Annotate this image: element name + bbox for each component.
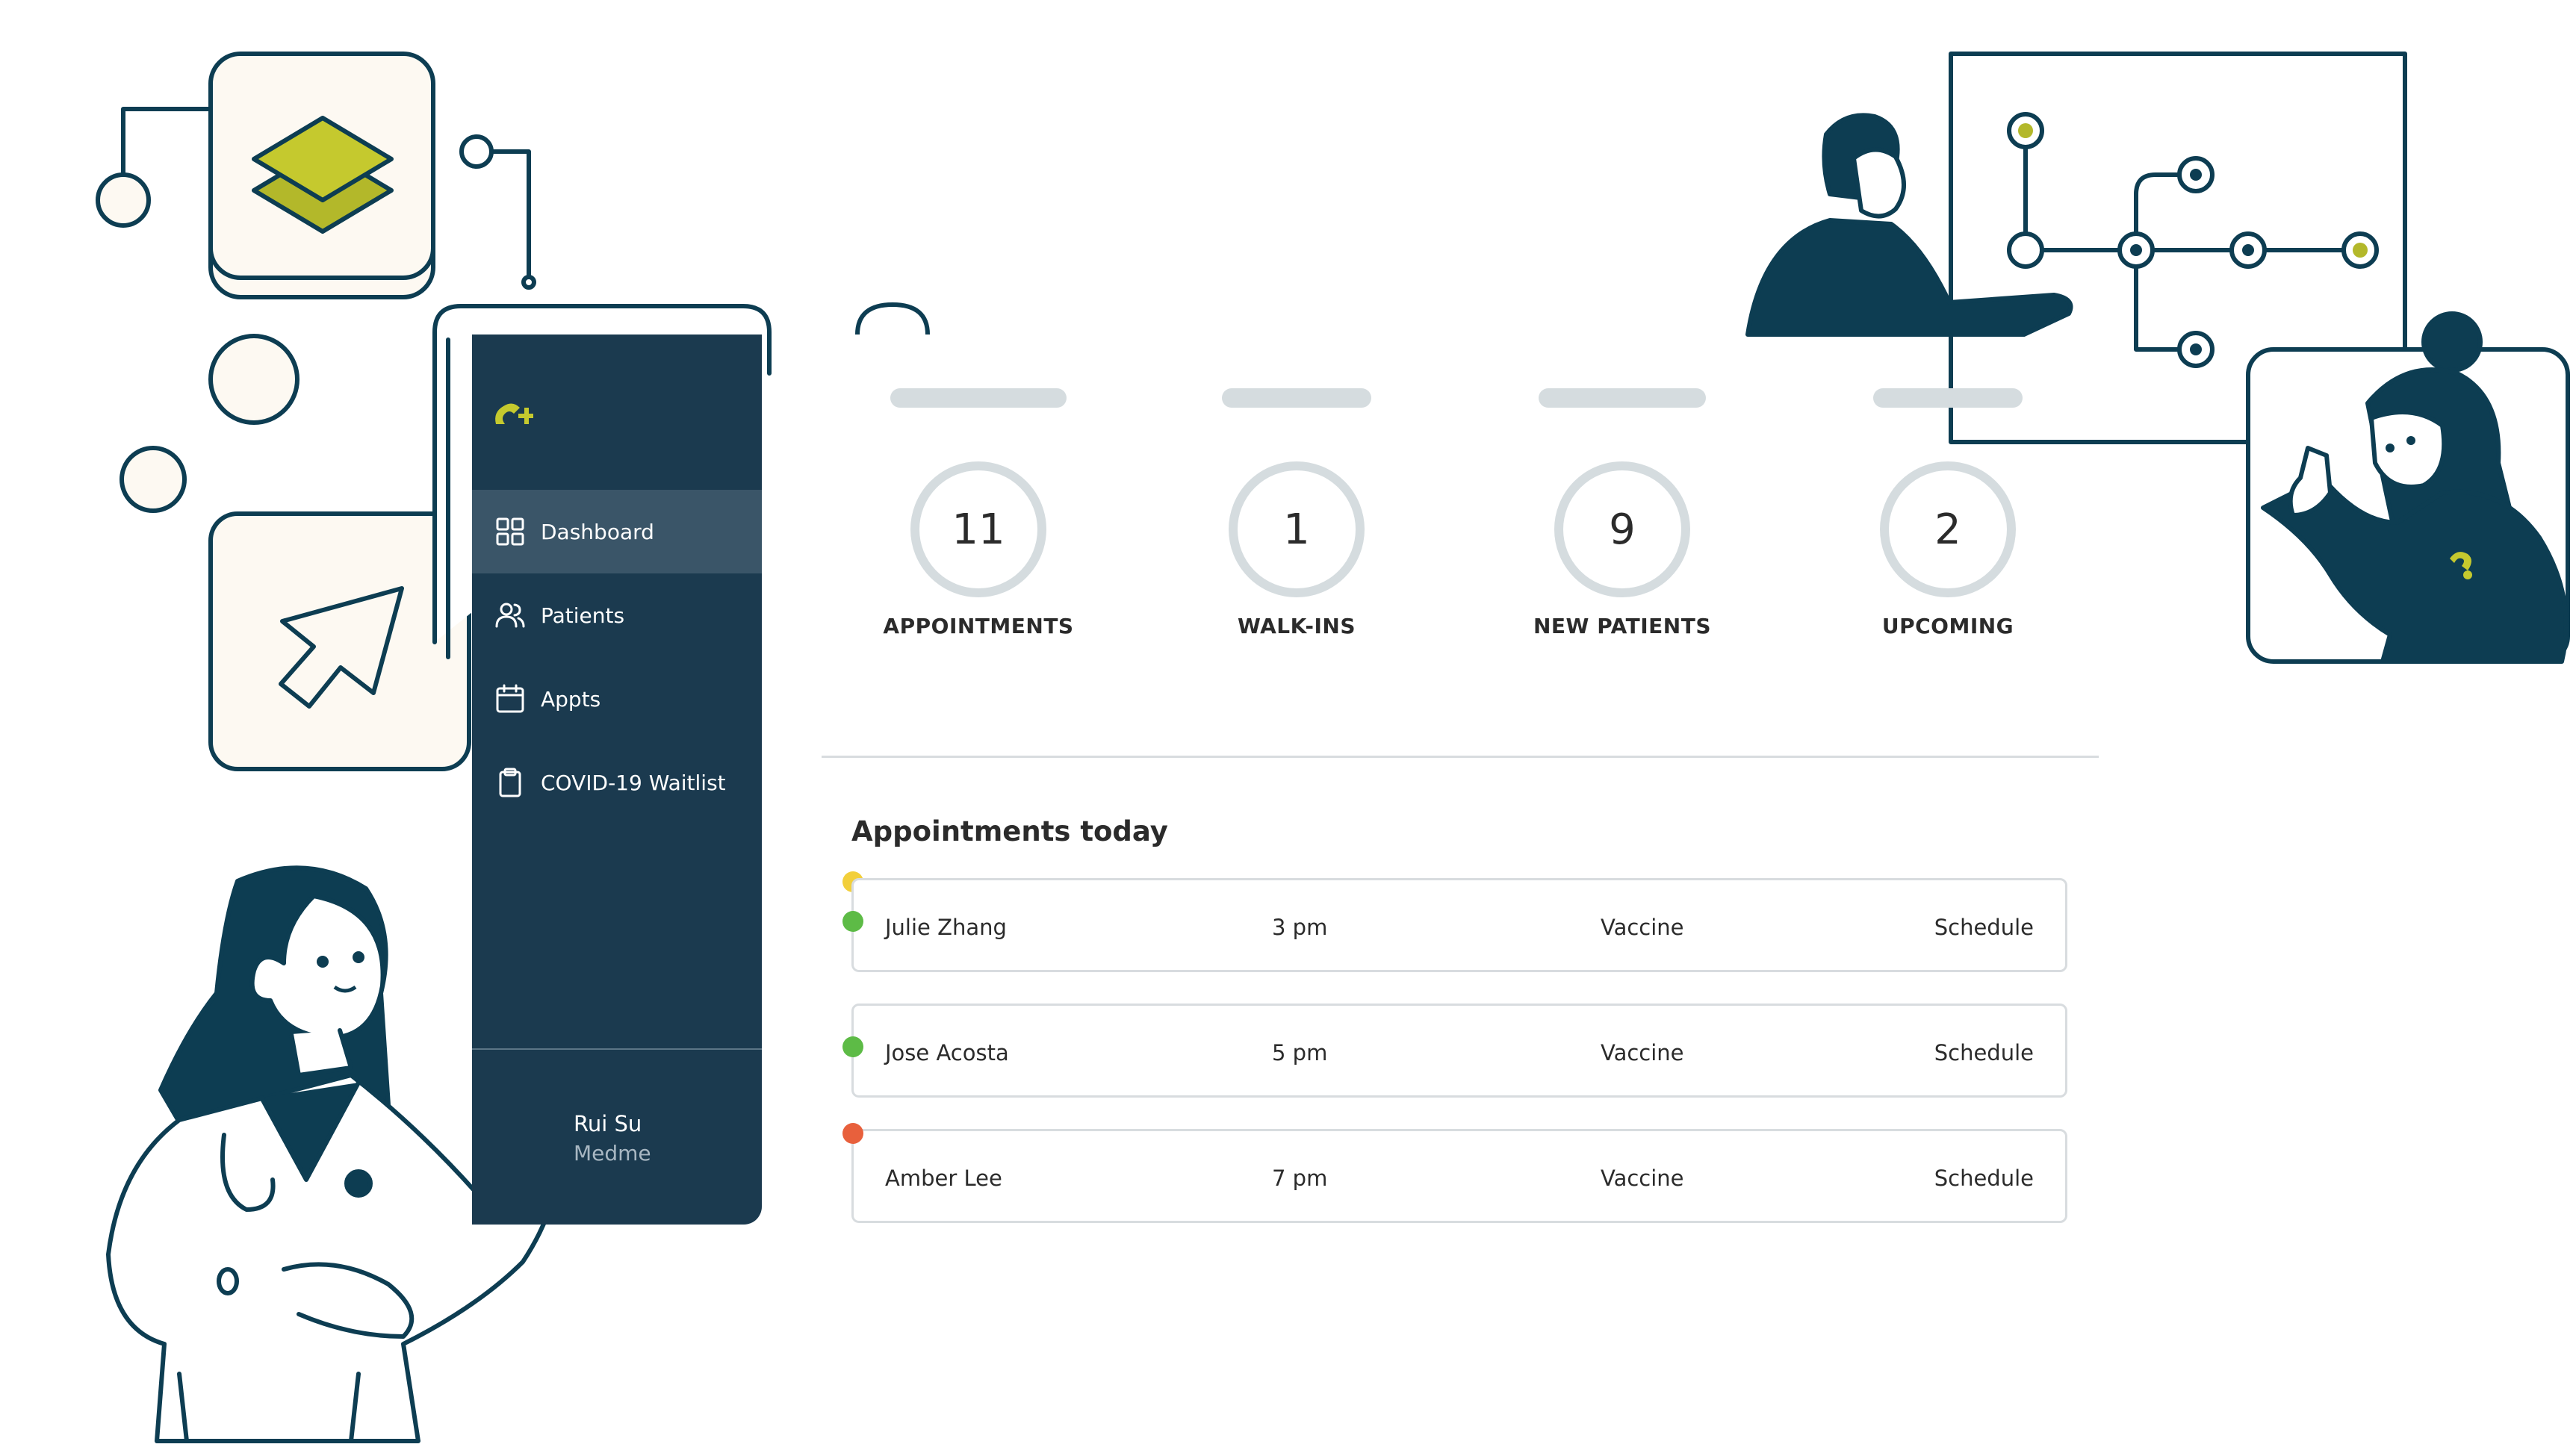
sidebar-item-dashboard[interactable]: Dashboard bbox=[472, 490, 762, 573]
stat-label: UPCOMING bbox=[1881, 614, 2014, 638]
sidebar-item-appts[interactable]: Appts bbox=[472, 657, 762, 741]
sidebar-item-covid-waitlist[interactable]: COVID-19 Waitlist bbox=[472, 741, 762, 824]
status-indicator-dot bbox=[842, 1036, 863, 1057]
sidebar-divider bbox=[472, 1048, 762, 1050]
grid-icon bbox=[496, 517, 524, 546]
sidebar: Dashboard Patients Appts COVID-19 Waitli… bbox=[472, 335, 762, 1225]
stat-ring: 11 bbox=[910, 461, 1046, 597]
patient-name: Amber Lee bbox=[885, 1166, 1002, 1191]
stat-label: NEW PATIENTS bbox=[1533, 614, 1711, 638]
appointment-type: Vaccine bbox=[1601, 1166, 1684, 1191]
sidebar-item-patients[interactable]: Patients bbox=[472, 573, 762, 657]
stat-label: APPOINTMENTS bbox=[883, 614, 1074, 638]
stat-placeholder-bar bbox=[1539, 388, 1706, 408]
schedule-link[interactable]: Schedule bbox=[1934, 1166, 2034, 1191]
appointment-time: 3 pm bbox=[1272, 915, 1328, 940]
calendar-icon bbox=[496, 684, 524, 713]
stat-new-patients: 9 NEW PATIENTS bbox=[1518, 388, 1727, 638]
stat-appointments: 11 APPOINTMENTS bbox=[881, 388, 1076, 638]
stat-placeholder-bar bbox=[890, 388, 1067, 408]
stat-ring: 2 bbox=[1880, 461, 2016, 597]
appointments-title: Appointments today bbox=[851, 815, 1168, 847]
stat-placeholder-bar bbox=[1222, 388, 1371, 408]
appointment-time: 5 pm bbox=[1272, 1040, 1328, 1065]
decorative-illustration-right bbox=[1745, 52, 2570, 664]
user-name: Rui Su bbox=[574, 1111, 642, 1136]
stat-placeholder-bar bbox=[1873, 388, 2023, 408]
appointment-time: 7 pm bbox=[1272, 1166, 1328, 1191]
stat-walk-ins: 1 WALK-INS bbox=[1199, 388, 1394, 638]
patient-name: Julie Zhang bbox=[885, 915, 1007, 940]
sidebar-item-label: Patients bbox=[541, 603, 625, 628]
users-icon bbox=[495, 603, 525, 628]
brand-logo-icon bbox=[495, 403, 533, 424]
schedule-link[interactable]: Schedule bbox=[1934, 915, 2034, 940]
stat-ring: 1 bbox=[1229, 461, 1365, 597]
status-indicator-dot bbox=[842, 1123, 863, 1144]
stat-label: WALK-INS bbox=[1237, 614, 1356, 638]
status-indicator-dot bbox=[842, 911, 863, 932]
sidebar-item-label: Appts bbox=[541, 686, 601, 712]
appointment-type: Vaccine bbox=[1601, 915, 1684, 940]
table-row[interactable]: Jose Acosta 5 pm Vaccine Schedule bbox=[851, 1004, 2067, 1098]
section-divider bbox=[822, 756, 2099, 758]
stat-ring: 9 bbox=[1554, 461, 1690, 597]
table-row[interactable]: Amber Lee 7 pm Vaccine Schedule bbox=[851, 1129, 2067, 1223]
sidebar-item-label: Dashboard bbox=[541, 519, 654, 544]
schedule-link[interactable]: Schedule bbox=[1934, 1040, 2034, 1065]
appointment-type: Vaccine bbox=[1601, 1040, 1684, 1065]
decorative-half-circle bbox=[855, 302, 930, 335]
stat-upcoming: 2 UPCOMING bbox=[1851, 388, 2045, 638]
clipboard-icon bbox=[499, 768, 521, 797]
patient-name: Jose Acosta bbox=[885, 1040, 1009, 1065]
sidebar-item-label: COVID-19 Waitlist bbox=[541, 770, 726, 795]
user-organization: Medme bbox=[574, 1141, 651, 1166]
table-row[interactable]: Julie Zhang 3 pm Vaccine Schedule bbox=[851, 878, 2067, 972]
